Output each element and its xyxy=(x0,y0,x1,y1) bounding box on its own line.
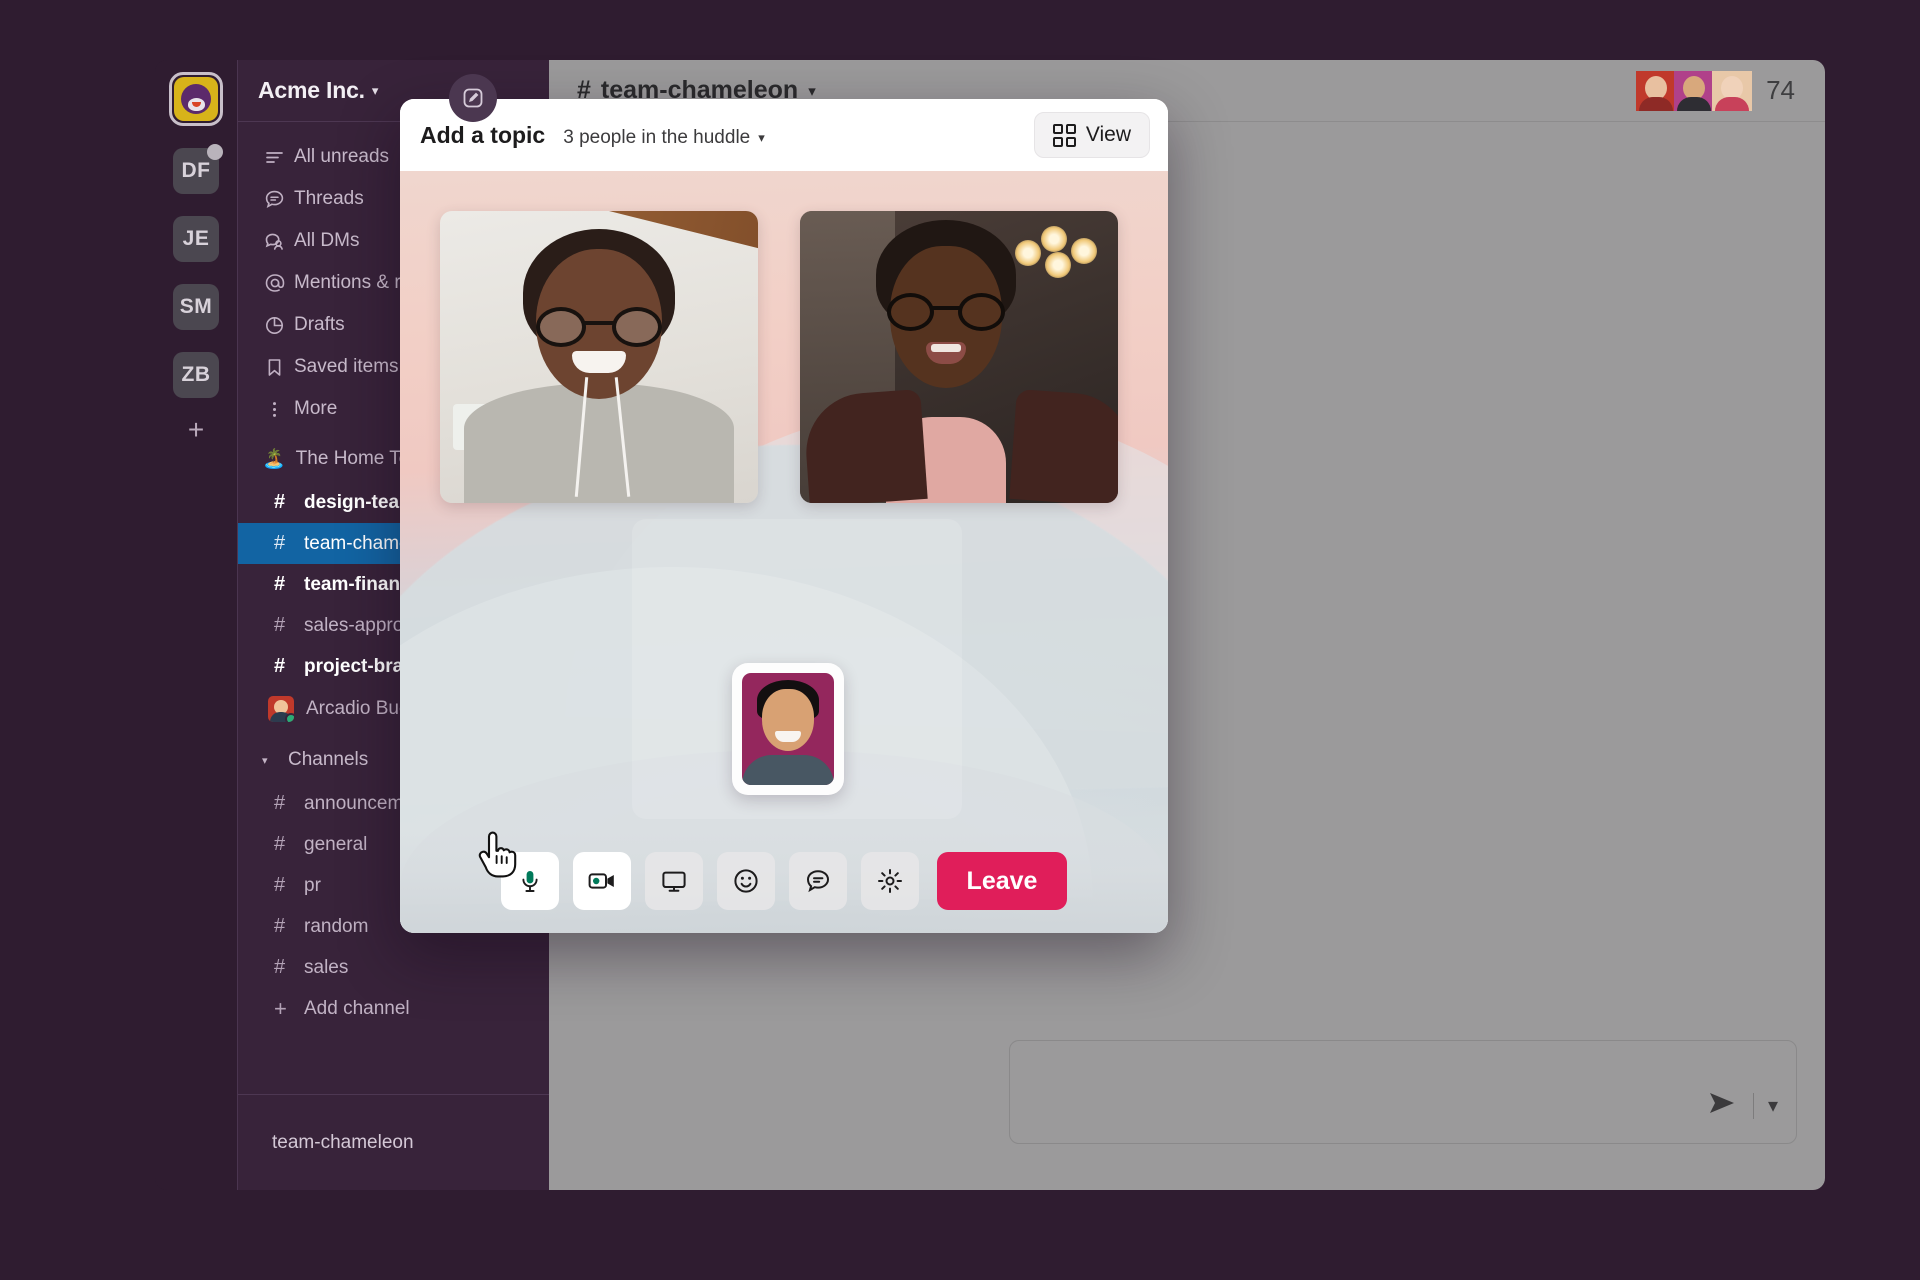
rail-initials: SM xyxy=(179,295,213,318)
huddle-channel-label: team-chameleon xyxy=(272,1131,414,1153)
caret-down-icon: ▾ xyxy=(262,754,268,767)
compose-pencil-icon[interactable] xyxy=(449,74,497,122)
rail-avatar-je[interactable]: JE xyxy=(173,216,219,262)
rail-initials: JE xyxy=(182,227,210,250)
channel-name: general xyxy=(304,833,368,855)
section-label: Channels xyxy=(288,749,369,770)
chevron-down-icon: ▾ xyxy=(808,82,816,100)
unreads-icon xyxy=(264,147,294,168)
leave-button[interactable]: Leave xyxy=(936,852,1068,910)
rail-initials: ZB xyxy=(181,363,211,386)
gear-button[interactable] xyxy=(860,852,919,910)
hash-icon: # xyxy=(274,915,286,937)
unread-badge-dot xyxy=(207,144,223,160)
sidebar-item-label: All unreads xyxy=(294,146,390,167)
hash-icon: # xyxy=(274,956,286,978)
huddle-stage: Leave xyxy=(400,171,1168,933)
sidebar-item-label: All DMs xyxy=(294,230,360,251)
participants-label: 3 people in the huddle xyxy=(563,126,751,148)
hash-icon: # xyxy=(274,614,286,636)
message-composer[interactable]: ▾ xyxy=(1009,1040,1797,1144)
member-count: 74 xyxy=(1766,75,1795,105)
share-screen-button[interactable] xyxy=(644,852,703,910)
send-arrow-icon[interactable] xyxy=(1707,1090,1739,1121)
huddle-participants-button[interactable]: 3 people in the huddle ▾ xyxy=(563,127,765,149)
rail-initials: DF xyxy=(181,159,211,182)
avatar xyxy=(1712,70,1753,111)
plus-icon: + xyxy=(274,996,287,1021)
send-controls: ▾ xyxy=(1707,1090,1778,1121)
hash-icon: # xyxy=(274,833,286,855)
participant-avatar-3[interactable] xyxy=(732,663,844,795)
avatar xyxy=(1636,70,1677,111)
video-tile-grid xyxy=(440,211,1128,503)
reactions-button[interactable] xyxy=(716,852,775,910)
sidebar-channel-sales[interactable]: # sales xyxy=(238,947,549,988)
dms-icon xyxy=(264,231,294,252)
channel-name: pr xyxy=(304,874,321,896)
island-emoji-icon: 🏝️ xyxy=(262,449,286,470)
huddle-header: Add a topic 3 people in the huddle ▾ Vie… xyxy=(400,99,1168,171)
threads-icon xyxy=(264,189,294,210)
member-list-button[interactable]: 74 xyxy=(1636,70,1795,111)
workspace-rail: DF JE SM ZB + xyxy=(155,60,237,1190)
sidebar-item-label: Threads xyxy=(294,188,364,209)
presence-indicator xyxy=(285,713,294,722)
hash-icon: # xyxy=(274,874,286,896)
view-button-label: View xyxy=(1085,123,1131,146)
avatar xyxy=(268,696,294,722)
rail-avatar-sm[interactable]: SM xyxy=(173,284,219,330)
bookmark-icon xyxy=(264,357,294,378)
channel-name: random xyxy=(304,915,369,937)
hash-icon: # xyxy=(274,491,286,513)
divider xyxy=(1752,1092,1754,1119)
add-topic-button[interactable]: Add a topic xyxy=(420,122,545,149)
huddle-modal: Add a topic 3 people in the huddle ▾ Vie… xyxy=(400,99,1168,933)
add-channel-label: Add channel xyxy=(304,998,410,1019)
huddle-header-left: Add a topic 3 people in the huddle ▾ xyxy=(420,122,765,149)
hash-icon: # xyxy=(274,532,286,554)
sidebar-huddle-minibar[interactable]: team-chameleon xyxy=(238,1094,549,1190)
participant-video-1[interactable] xyxy=(440,211,758,503)
sidebar-item-label: Drafts xyxy=(294,314,345,335)
rail-avatar-zb[interactable]: ZB xyxy=(173,352,219,398)
hash-icon: # xyxy=(274,573,286,595)
avatar xyxy=(1674,70,1715,111)
sidebar-item-label: Saved items xyxy=(294,356,399,377)
sidebar-item-label: More xyxy=(294,398,338,419)
grid-view-icon xyxy=(1052,123,1076,147)
chevron-down-icon: ▾ xyxy=(371,82,379,98)
video-button[interactable] xyxy=(572,852,631,910)
hash-icon: # xyxy=(274,792,286,814)
rail-avatar-df[interactable]: DF xyxy=(173,144,223,194)
drafts-icon xyxy=(264,315,294,336)
huddle-thread-button[interactable] xyxy=(788,852,847,910)
acme-logo-icon xyxy=(174,77,218,121)
at-mention-icon xyxy=(264,272,294,294)
view-button[interactable]: View xyxy=(1033,112,1150,158)
member-avatar-stack xyxy=(1636,70,1753,111)
add-workspace-button[interactable]: + xyxy=(188,416,204,444)
screen: DF JE SM ZB + Acme Inc. ▾ All unreads Th… xyxy=(0,0,1920,1280)
channel-name: sales xyxy=(304,956,349,978)
add-channel-button[interactable]: + Add channel xyxy=(238,988,549,1030)
hash-icon: # xyxy=(274,655,286,677)
workspace-name: Acme Inc. xyxy=(258,77,365,103)
avatar xyxy=(742,673,834,785)
workspace-logo-button[interactable] xyxy=(169,72,223,126)
more-kebab-icon xyxy=(264,399,294,420)
pointing-hand-cursor xyxy=(476,831,518,884)
chevron-down-icon: ▾ xyxy=(758,129,765,145)
participant-video-2[interactable] xyxy=(800,211,1118,503)
chevron-down-icon[interactable]: ▾ xyxy=(1768,1096,1778,1116)
